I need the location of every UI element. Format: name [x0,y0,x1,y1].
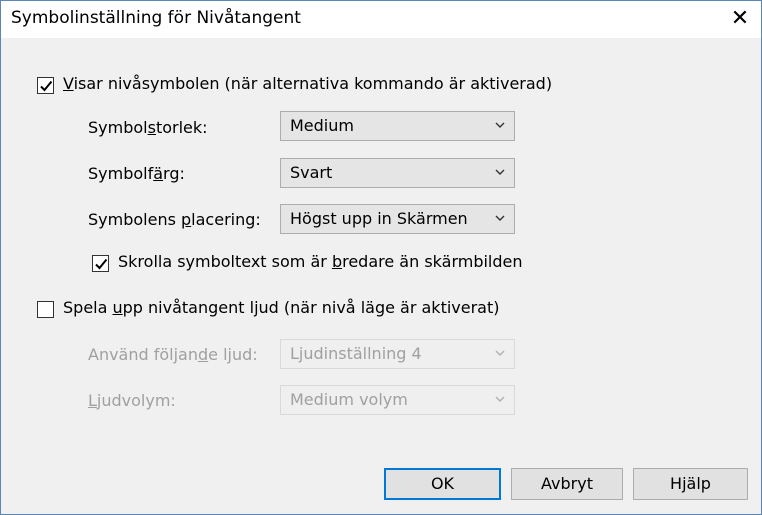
symbol-color-select[interactable]: Svart [280,158,515,188]
volume-value: Medium volym [290,390,408,409]
symbol-position-select[interactable]: Högst upp in Skärmen [280,204,515,234]
chevron-down-icon [495,122,505,128]
symbol-size-label: Symbolstorlek: [88,118,208,137]
window-title: Symbolinställning för Nivåtangent [11,8,301,28]
symbol-position-value: Högst upp in Skärmen [290,209,468,228]
volume-select[interactable]: Medium volym [280,385,515,415]
show-symbol-label[interactable]: Visar nivåsymbolen (när alternativa komm… [63,74,552,93]
symbol-color-value: Svart [290,163,333,182]
sound-setting-value: Ljudinställning 4 [290,344,422,363]
volume-label: Ljudvolym: [88,391,176,410]
checkmark-icon [40,80,53,92]
symbol-position-label: Symbolens placering: [88,210,261,229]
close-icon[interactable]: ✕ [727,6,753,32]
symbol-color-label: Symbolfärg: [88,164,185,183]
symbol-size-select[interactable]: Medium [280,111,515,141]
ok-button[interactable]: OK [384,468,501,500]
symbol-size-value: Medium [290,116,354,135]
sound-setting-label: Använd följande ljud: [88,345,258,364]
chevron-down-icon [495,215,505,221]
checkmark-icon [95,258,108,270]
scroll-text-checkbox[interactable] [92,255,109,272]
title-bar: Symbolinställning för Nivåtangent ✕ [1,1,761,38]
show-symbol-checkbox[interactable] [37,77,54,94]
chevron-down-icon [495,396,505,402]
scroll-text-label[interactable]: Skrolla symboltext som är bredare än skä… [118,252,523,271]
help-button[interactable]: Hjälp [633,468,748,500]
play-sound-checkbox[interactable] [37,301,54,318]
sound-setting-select[interactable]: Ljudinställning 4 [280,339,515,369]
cancel-button[interactable]: Avbryt [511,468,623,500]
play-sound-label[interactable]: Spela upp nivåtangent ljud (när nivå läg… [63,298,500,317]
chevron-down-icon [495,169,505,175]
chevron-down-icon [495,350,505,356]
settings-dialog: Symbolinställning för Nivåtangent ✕ Visa… [0,0,762,515]
